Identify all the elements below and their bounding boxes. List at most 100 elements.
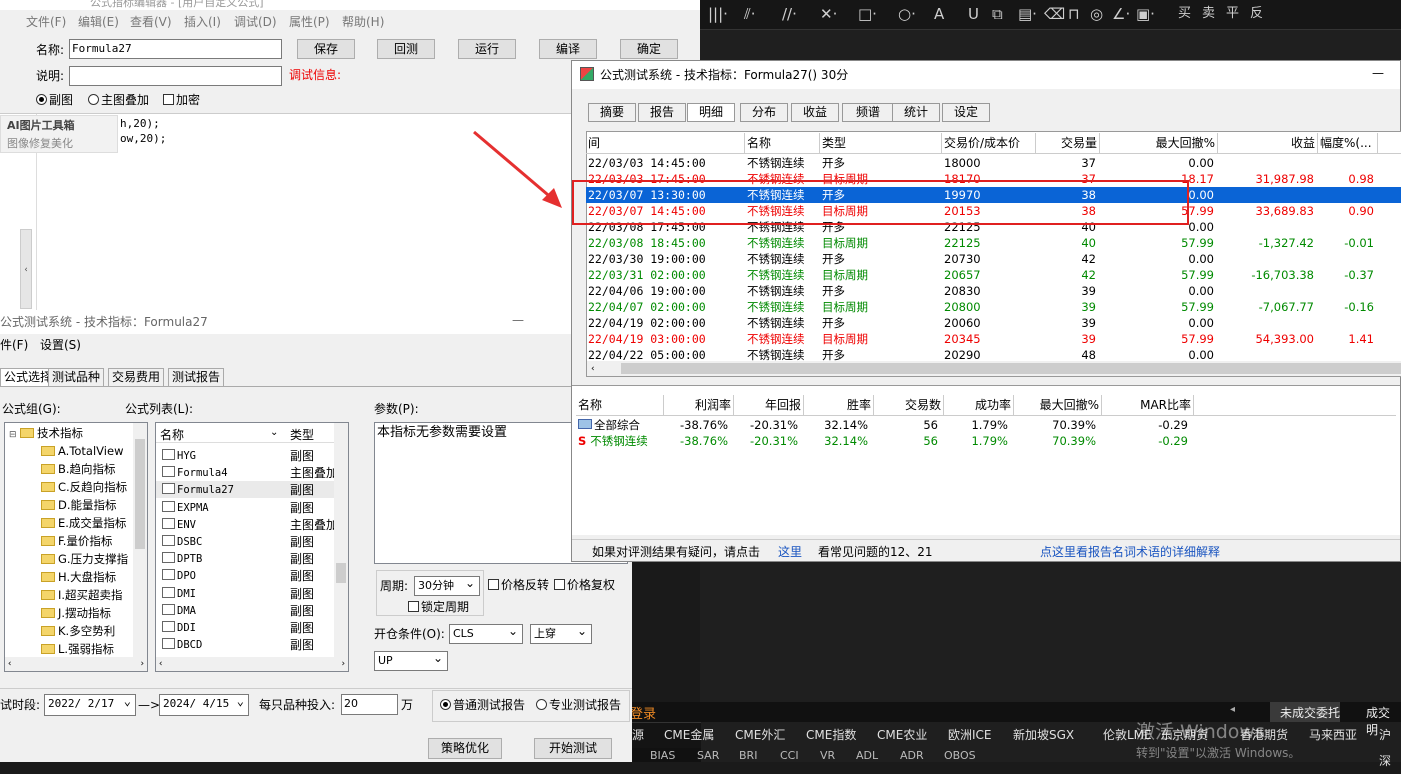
result-tab[interactable]: 报告 [638, 103, 686, 122]
group-item[interactable]: B.趋向指标 [41, 461, 116, 477]
list-item[interactable]: Formula27 副图 [156, 481, 334, 499]
menu-help[interactable]: 帮助(H) [342, 14, 384, 30]
indicator-tab[interactable]: ADL [856, 750, 878, 762]
parallel-icon[interactable]: //· [782, 5, 797, 23]
summary-row[interactable]: 全部综合 -38.76% -20.31% 32.14% 56 1.79% 70.39% -0.… [576, 417, 1396, 433]
table-row[interactable]: 22/03/03 14:45:00 不锈钢连续 开多 18000 37 0.00 [586, 155, 1401, 171]
desc-input[interactable] [69, 66, 282, 86]
faq-link[interactable]: 这里 [778, 544, 802, 560]
market-tab[interactable]: 源 [632, 722, 644, 748]
market-tab[interactable]: 马来西亚 [1309, 722, 1357, 748]
col-type[interactable]: 类型 [290, 427, 314, 443]
sort-icon[interactable]: ⌄ [270, 425, 278, 441]
result-tab[interactable]: 设定 [942, 103, 990, 122]
list-item[interactable]: DMA 副图 [156, 602, 334, 619]
tree-scroll-thumb[interactable] [135, 439, 145, 549]
group-item[interactable]: H.大盘指标 [41, 569, 116, 585]
menu-edit[interactable]: 编辑(E) [78, 14, 119, 30]
group-item[interactable]: K.多空势利 [41, 623, 115, 639]
summary-header[interactable]: 成功率 [944, 395, 1014, 415]
expand-icon[interactable]: ⊟ [9, 427, 20, 440]
list-item[interactable]: ENV 主图叠加 [156, 516, 338, 533]
up-select[interactable]: UP [374, 649, 448, 671]
lock-icon[interactable]: ⊓ [1068, 5, 1080, 23]
layers-icon[interactable]: ▤· [1018, 5, 1037, 23]
column-header[interactable]: 最大回撤% [1100, 133, 1218, 153]
group-item[interactable]: I.超买超卖指 [41, 587, 123, 603]
bars-icon[interactable]: |||· [708, 5, 728, 23]
menu-props[interactable]: 属性(P) [289, 14, 330, 30]
column-header[interactable]: 类型 [820, 133, 942, 153]
market-tab[interactable]: 欧洲ICE [948, 722, 992, 748]
tab-test-symbols[interactable]: 测试品种 [48, 368, 105, 386]
formula-group-tree[interactable]: ⊟ 技术指标 A.TotalView B.趋向指标 C.反趋向指标 D.能量指标 E.成交量… [4, 422, 148, 672]
config-menu-file[interactable]: 件(F) [0, 337, 28, 353]
tree-hscrollbar[interactable]: ‹ › [5, 657, 147, 671]
sub-chart-radio[interactable]: 副图 [36, 92, 73, 108]
save-button[interactable]: 保存 [297, 39, 355, 59]
trash-icon[interactable]: ⌫ [1044, 5, 1065, 23]
magnet-icon[interactable]: U [968, 5, 979, 23]
table-row[interactable]: 22/04/19 02:00:00 不锈钢连续 开多 20060 39 0.00 [586, 315, 1401, 331]
table-row[interactable]: 22/04/06 19:00:00 不锈钢连续 开多 20830 39 0.00 [586, 283, 1401, 299]
market-tab[interactable]: 沪深 [1379, 722, 1401, 768]
market-tab[interactable]: CME外汇 [735, 722, 785, 748]
period-select[interactable]: 30分钟 [414, 574, 480, 596]
hscroll-thumb[interactable] [621, 363, 1401, 374]
group-item[interactable]: A.TotalView [41, 443, 123, 459]
result-tab[interactable]: 分布 [740, 103, 788, 122]
name-input[interactable]: Formula27 [69, 39, 282, 59]
price-restore-checkbox[interactable]: 价格复权 [554, 577, 615, 593]
main-overlay-radio[interactable]: 主图叠加 [88, 92, 149, 108]
toolbar-buy[interactable]: 买 [1178, 5, 1191, 23]
list-item[interactable]: DMI 副图 [156, 585, 334, 602]
eye-icon[interactable]: ◎ [1090, 5, 1103, 23]
group-item[interactable]: E.成交量指标 [41, 515, 126, 531]
toolbar-close[interactable]: 平 [1226, 5, 1239, 23]
group-item[interactable]: ⊟ 技术指标 [9, 425, 83, 441]
list-item[interactable]: DSBC 副图 [156, 533, 334, 550]
triangle-icon[interactable]: A [934, 5, 944, 23]
col-name[interactable]: 名称 [160, 427, 184, 443]
menu-debug[interactable]: 调试(D) [234, 14, 277, 30]
glossary-link[interactable]: 点这里看报告名词术语的详细解释 [1040, 544, 1220, 560]
rect-icon[interactable]: □· [858, 5, 877, 23]
group-item[interactable]: J.摆动指标 [41, 605, 111, 621]
table-row[interactable]: 22/03/30 19:00:00 不锈钢连续 开多 20730 42 0.00 [586, 251, 1401, 267]
normal-report-radio[interactable]: 普通测试报告 [440, 697, 525, 713]
column-header[interactable]: 交易价/成本价 [942, 133, 1036, 153]
list-item[interactable]: EXPMA 副图 [156, 499, 334, 516]
list-scroll-thumb[interactable] [336, 563, 346, 583]
column-header[interactable]: 幅度%(... [1318, 133, 1378, 153]
summary-header[interactable]: MAR比率 [1102, 395, 1194, 415]
list-item[interactable]: DDI 副图 [156, 619, 334, 636]
summary-header[interactable]: 胜率 [804, 395, 874, 415]
summary-header[interactable]: 交易数 [874, 395, 944, 415]
date-from-select[interactable]: 2022/ 2/17 [44, 692, 136, 716]
market-tab[interactable]: CME指数 [806, 722, 856, 748]
group-item[interactable]: F.量价指标 [41, 533, 112, 549]
indicator-tab[interactable]: CCI [780, 750, 799, 762]
list-item[interactable]: DBCD 副图 [156, 636, 334, 653]
pen-icon[interactable]: ∠· [1112, 5, 1130, 23]
table-row[interactable]: 22/04/07 02:00:00 不锈钢连续 目标周期 20800 39 57.99 -7… [586, 299, 1401, 315]
date-to-select[interactable]: 2024/ 4/15 [159, 692, 249, 716]
ok-button[interactable]: 确定 [620, 39, 678, 59]
group-item[interactable]: D.能量指标 [41, 497, 117, 513]
encrypt-checkbox[interactable]: 加密 [163, 92, 200, 108]
indicator-tab[interactable]: OBOS [944, 750, 976, 762]
strategy-optimize-button[interactable]: 策略优化 [428, 738, 502, 759]
list-item[interactable]: Formula4 主图叠加 [156, 464, 338, 481]
list-item[interactable]: DPTB 副图 [156, 550, 334, 567]
pro-report-radio[interactable]: 专业测试报告 [536, 697, 621, 713]
start-test-button[interactable]: 开始测试 [534, 738, 612, 759]
lock-period-checkbox[interactable]: 锁定周期 [408, 599, 469, 615]
group-item[interactable]: G.压力支撑指 [41, 551, 128, 567]
save-icon[interactable]: ▣· [1136, 5, 1155, 23]
indicator-tab[interactable]: BIAS [650, 750, 675, 762]
column-header[interactable]: 名称 [745, 133, 820, 153]
indicator-tab[interactable]: ADR [900, 750, 924, 762]
indicator-tab[interactable]: SAR [697, 750, 719, 762]
market-tab[interactable]: CME农业 [877, 722, 927, 748]
login-link[interactable]: 登录 [630, 703, 656, 722]
